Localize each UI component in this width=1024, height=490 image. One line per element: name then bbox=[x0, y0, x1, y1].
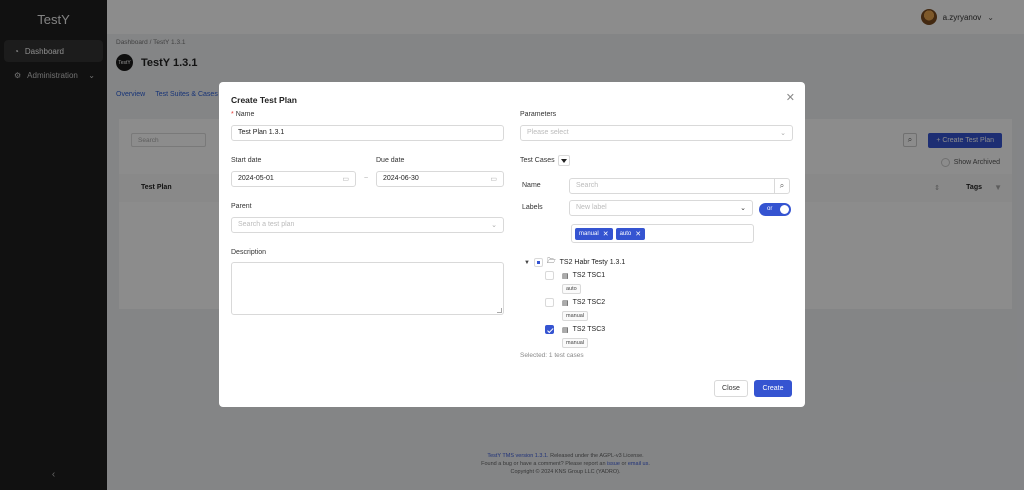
date-range-separator: ~ bbox=[364, 175, 369, 182]
modal-title: Create Test Plan bbox=[231, 95, 297, 105]
file-icon: ▤ bbox=[562, 272, 569, 280]
calendar-icon: ▭ bbox=[490, 176, 497, 183]
search-icon[interactable]: ⌕ bbox=[774, 178, 790, 194]
description-label: Description bbox=[231, 249, 267, 256]
calendar-icon: ▭ bbox=[342, 176, 349, 183]
parent-label: Parent bbox=[231, 203, 252, 210]
selected-labels: manual ✕ auto ✕ bbox=[571, 224, 754, 243]
toggle-knob bbox=[780, 205, 789, 214]
tree-root: ▼ 🗁 TS2 Habr Testy 1.3.1 bbox=[524, 257, 625, 268]
close-icon[interactable]: ✕ bbox=[603, 230, 609, 238]
selected-count: Selected: 1 test cases bbox=[520, 352, 584, 359]
chevron-down-icon: ⌄ bbox=[491, 222, 497, 229]
caret-down-icon[interactable]: ▼ bbox=[524, 260, 530, 266]
parameters-placeholder: Please select bbox=[527, 129, 569, 136]
case-label: manual bbox=[562, 311, 589, 321]
start-date-label: Start date bbox=[231, 157, 262, 164]
due-date-label: Due date bbox=[376, 157, 405, 164]
case-name[interactable]: TS2 TSC1 bbox=[573, 272, 606, 279]
labels-placeholder: New label bbox=[576, 204, 607, 211]
tree-root-label[interactable]: TS2 Habr Testy 1.3.1 bbox=[560, 259, 626, 266]
tree-item: ▤ TS2 TSC3 bbox=[545, 325, 605, 334]
case-name[interactable]: TS2 TSC3 bbox=[573, 326, 606, 333]
create-test-plan-modal: Create Test Plan ✕ * Name Test Plan 1.3.1… bbox=[219, 82, 805, 407]
case-checkbox[interactable] bbox=[545, 325, 554, 334]
parameters-select[interactable]: Please select ⌄ bbox=[520, 125, 793, 141]
parent-select[interactable]: Search a test plan ⌄ bbox=[231, 217, 504, 233]
chevron-down-icon: ⌄ bbox=[780, 130, 786, 137]
label-tag: auto ✕ bbox=[615, 227, 646, 240]
name-input[interactable]: Test Plan 1.3.1 bbox=[231, 125, 504, 141]
labels-label: Labels bbox=[522, 204, 543, 211]
filter-icon bbox=[561, 158, 567, 163]
start-date-value: 2024-05-01 bbox=[238, 175, 274, 182]
labels-input[interactable]: New label ⌄ bbox=[569, 200, 753, 216]
due-date-value: 2024-06-30 bbox=[383, 175, 419, 182]
parent-placeholder: Search a test plan bbox=[238, 221, 295, 228]
close-icon[interactable]: ✕ bbox=[786, 91, 795, 104]
root-checkbox[interactable] bbox=[533, 258, 543, 267]
resize-handle-icon[interactable] bbox=[497, 308, 502, 313]
case-label: manual bbox=[562, 338, 589, 348]
case-name[interactable]: TS2 TSC2 bbox=[573, 299, 606, 306]
test-cases-label: Test Cases bbox=[520, 157, 555, 164]
chevron-down-icon[interactable]: ⌄ bbox=[740, 204, 746, 212]
parameters-label: Parameters bbox=[520, 111, 557, 118]
label-tag: manual ✕ bbox=[575, 227, 613, 240]
description-textarea[interactable] bbox=[231, 262, 504, 315]
toggle-label: or bbox=[767, 206, 773, 212]
close-icon[interactable]: ✕ bbox=[635, 230, 641, 238]
folder-icon: 🗁 bbox=[546, 258, 556, 265]
case-search-input[interactable]: Search bbox=[569, 178, 775, 194]
case-checkbox[interactable] bbox=[545, 298, 554, 307]
tree-item: ▤ TS2 TSC2 bbox=[545, 298, 605, 307]
close-button[interactable]: Close bbox=[714, 380, 748, 397]
case-label: auto bbox=[562, 284, 581, 294]
name-label: * Name bbox=[231, 111, 255, 118]
or-toggle[interactable]: or bbox=[759, 203, 791, 216]
filter-button[interactable] bbox=[558, 155, 570, 166]
create-button[interactable]: Create bbox=[754, 380, 792, 397]
start-date-input[interactable]: 2024-05-01 ▭ bbox=[231, 171, 356, 187]
tree-item: ▤ TS2 TSC1 bbox=[545, 271, 605, 280]
due-date-input[interactable]: 2024-06-30 ▭ bbox=[376, 171, 504, 187]
file-icon: ▤ bbox=[562, 299, 569, 307]
file-icon: ▤ bbox=[562, 326, 569, 334]
name-filter-label: Name bbox=[522, 182, 541, 189]
case-checkbox[interactable] bbox=[545, 271, 554, 280]
